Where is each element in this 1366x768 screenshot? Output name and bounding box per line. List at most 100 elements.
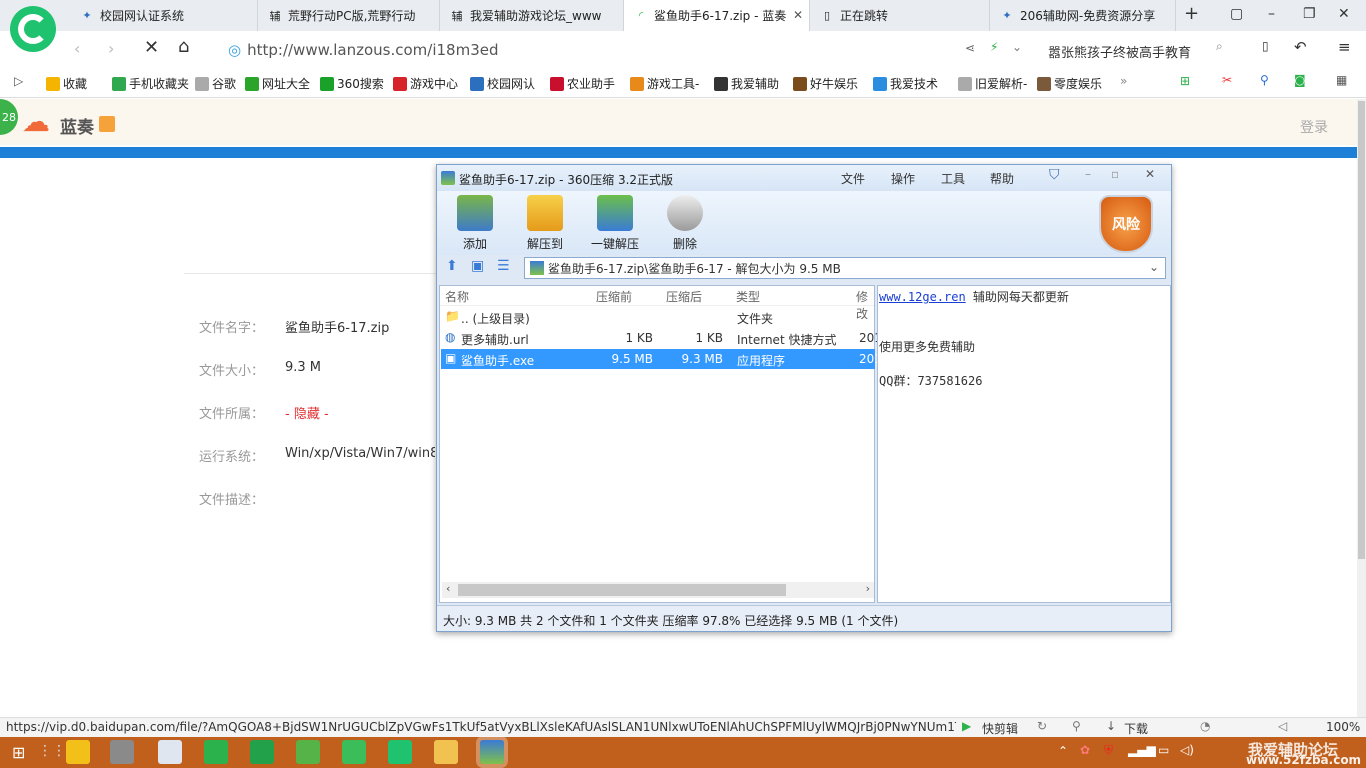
zip-menu-item[interactable]: 操作	[891, 170, 915, 187]
tray-shield-icon[interactable]: ⛨	[1104, 743, 1113, 758]
share-icon[interactable]: ⋖	[965, 41, 975, 55]
zip-menu-item[interactable]: 帮助	[990, 170, 1014, 187]
tray-up-icon[interactable]: ⌃	[1058, 744, 1068, 758]
tray-gift-icon[interactable]: ✿	[1080, 743, 1090, 757]
close-window-button[interactable]: ✕	[1338, 6, 1350, 22]
search-icon[interactable]: ⌕	[1216, 39, 1223, 54]
shirt-icon[interactable]: ▢	[1230, 6, 1243, 22]
taskbar-doc-icon[interactable]	[158, 740, 182, 764]
zip-toolbar-button[interactable]: 一键解压	[585, 195, 645, 252]
list-view-icon[interactable]: ☰	[497, 258, 510, 274]
column-header[interactable]: 类型	[736, 288, 760, 305]
file-row[interactable]: ◍ 更多辅助.url 1 KB 1 KB Internet 快捷方式 201	[441, 328, 882, 348]
zip-close-button[interactable]: ✕	[1145, 167, 1155, 181]
taskbar-iqiyi-icon[interactable]	[296, 740, 320, 764]
bookmark-item[interactable]: 手机收藏夹	[112, 75, 189, 92]
bookmark-item[interactable]: 农业助手	[550, 75, 615, 92]
clip-label[interactable]: 快剪辑	[982, 720, 1018, 737]
chevron-down-icon[interactable]: ⌄	[1012, 40, 1022, 54]
zip-maximize-button[interactable]: ▫	[1111, 167, 1119, 181]
sidebar-toggle-icon[interactable]: ▷	[14, 74, 23, 88]
refresh-icon[interactable]: ↻	[1037, 719, 1047, 733]
column-header[interactable]: 压缩后	[666, 288, 702, 305]
zip-menu-item[interactable]: 文件	[841, 170, 865, 187]
taskbar-nine-icon[interactable]	[342, 740, 366, 764]
site-logo[interactable]: 蓝奏	[60, 113, 94, 138]
download-icon[interactable]: ↓	[1106, 719, 1116, 733]
bookmark-item[interactable]: 旧爱解析-	[958, 75, 1027, 92]
taskbar-browser-icon[interactable]	[388, 740, 412, 764]
download-label[interactable]: 下载	[1124, 720, 1148, 737]
bookmark-item[interactable]: 零度娱乐	[1037, 75, 1102, 92]
tray-signal-icon[interactable]: ▂▄▆	[1128, 743, 1156, 757]
tab-1[interactable]: 辅荒野行动PC版,荒野行动	[258, 0, 440, 31]
up-arrow-icon[interactable]: ⬆	[446, 258, 458, 274]
zip-titlebar[interactable]: 鲨鱼助手6-17.zip - 360压缩 3.2正式版 文件 操作 工具 帮助 ⛉ –…	[437, 165, 1171, 191]
undo-icon[interactable]: ↶	[1294, 38, 1307, 56]
tray-battery-icon[interactable]: ▭	[1158, 743, 1169, 757]
taskbar-zip-icon[interactable]	[480, 740, 504, 764]
skin-icon[interactable]: ⛉	[1049, 167, 1060, 183]
zip-minimize-button[interactable]: –	[1085, 167, 1091, 181]
tab-0[interactable]: ✦ 校园网认证系统	[70, 0, 258, 31]
search-hint[interactable]: 嚣张熊孩子终被高手教育	[1048, 42, 1191, 61]
zoom-level[interactable]: 100%	[1326, 720, 1360, 734]
view-icon[interactable]: ▣	[471, 258, 484, 274]
login-link[interactable]: 登录	[1300, 117, 1328, 137]
minimize-button[interactable]: –	[1268, 6, 1275, 22]
risk-shield-icon[interactable]: 风险	[1099, 195, 1153, 253]
scissors-icon[interactable]: ✂	[1222, 73, 1232, 87]
tray-volume-icon[interactable]: ◁)	[1180, 743, 1194, 757]
page-scrollbar-thumb[interactable]	[1358, 101, 1365, 559]
sound-icon[interactable]: ◁	[1278, 719, 1287, 733]
bookmark-item[interactable]: 360搜索	[320, 75, 384, 92]
bookmark-item[interactable]: 收藏	[46, 75, 87, 92]
bookmark-item[interactable]: 网址大全	[245, 75, 310, 92]
lightning-icon[interactable]: ⚡	[990, 40, 998, 54]
bookmark-item[interactable]: 我爱辅助	[714, 75, 779, 92]
column-header[interactable]: 压缩前	[596, 288, 632, 305]
zip-toolbar-button[interactable]: 删除	[655, 195, 715, 252]
bookmark-item[interactable]: 我爱技术	[873, 75, 938, 92]
bookmark-item[interactable]: 游戏工具-	[630, 75, 699, 92]
bookmark-item[interactable]: 好牛娱乐	[793, 75, 858, 92]
bookmark-item[interactable]: 校园网认	[470, 75, 535, 92]
zip-toolbar-button[interactable]: 添加	[445, 195, 505, 252]
magnifier-icon[interactable]: ⚲	[1260, 73, 1269, 87]
column-header[interactable]: 名称	[445, 288, 469, 305]
zip-toolbar-button[interactable]: 解压到	[515, 195, 575, 252]
tab-2[interactable]: 辅我爱辅助游戏论坛_www	[440, 0, 624, 31]
zip-path-dropdown-icon[interactable]: ⌄	[1149, 260, 1159, 274]
hscroll-thumb[interactable]	[458, 584, 786, 596]
taskbar-folder-icon[interactable]	[434, 740, 458, 764]
forward-button[interactable]: ›	[108, 39, 114, 58]
new-tab-button[interactable]: +	[1184, 3, 1199, 24]
tab-4[interactable]: ▯ 正在跳转	[810, 0, 990, 31]
url-field[interactable]: ◎ http://www.lanzous.com/i18m3ed	[218, 36, 958, 63]
more-bookmarks-icon[interactable]: »	[1120, 74, 1127, 88]
browser-logo[interactable]	[10, 6, 56, 52]
taskbar-360-icon[interactable]	[66, 740, 90, 764]
windows-start-icon[interactable]: ⊞	[12, 743, 25, 762]
zip-menu-item[interactable]: 工具	[941, 170, 965, 187]
zip-path-field[interactable]: 鲨鱼助手6-17.zip\鲨鱼助手6-17 - 解包大小为 9.5 MB ⌄	[524, 257, 1166, 279]
file-row[interactable]: ▣ 鲨鱼助手.exe 9.5 MB 9.3 MB 应用程序 201	[441, 349, 882, 369]
apps-icon[interactable]: ▦	[1336, 73, 1347, 87]
maximize-button[interactable]: ❐	[1303, 6, 1316, 22]
file-row[interactable]: 📁.. (上级目录) 文件夹	[441, 307, 875, 327]
translate-icon[interactable]: ⊞	[1180, 74, 1190, 88]
taskbar-green2-icon[interactable]	[250, 740, 274, 764]
pin-icon[interactable]: ⚲	[1072, 719, 1081, 733]
gamepad-icon[interactable]: ◙	[1294, 73, 1306, 87]
taskbar-green-icon[interactable]	[204, 740, 228, 764]
tab-3[interactable]: ◜ 鲨鱼助手6-17.zip - 蓝奏 ✕	[624, 0, 810, 31]
close-tab-icon[interactable]: ✕	[793, 8, 803, 22]
back-button[interactable]: ‹	[74, 39, 80, 58]
file-list-hscrollbar[interactable]: ‹ ›	[442, 582, 874, 598]
clip-icon[interactable]: ▶	[962, 719, 971, 733]
mobile-icon[interactable]: ▯	[1262, 39, 1269, 53]
bookmark-item[interactable]: 谷歌	[195, 75, 236, 92]
home-button[interactable]: ⌂	[178, 36, 189, 57]
taskbar-app-icon[interactable]	[110, 740, 134, 764]
bookmark-item[interactable]: 游戏中心	[393, 75, 458, 92]
